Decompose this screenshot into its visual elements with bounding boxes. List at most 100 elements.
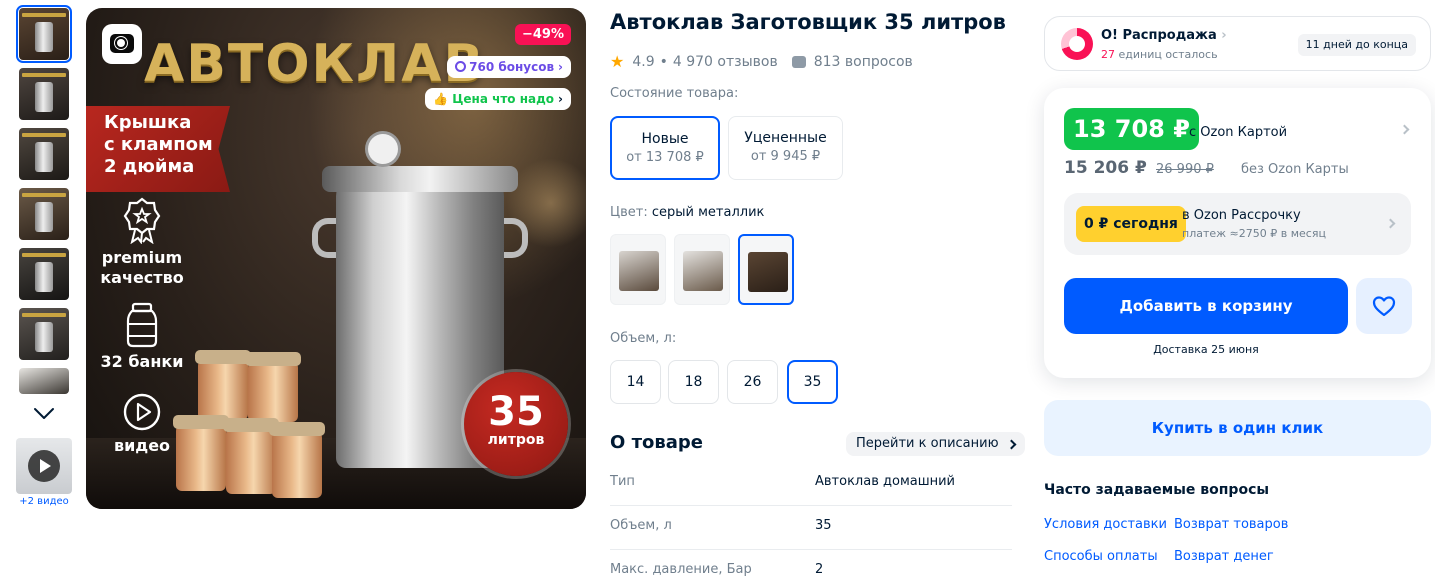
- jar-4: [223, 418, 279, 494]
- sale-units-count: 27: [1101, 48, 1115, 61]
- condition-label: Состояние товара:: [610, 86, 739, 101]
- volume-badge-number: 35: [488, 389, 544, 435]
- buy-one-click-button[interactable]: Купить в один клик: [1044, 400, 1431, 456]
- thumbs-up-icon: 👍: [433, 92, 449, 106]
- volume-option-35[interactable]: 35: [787, 360, 838, 404]
- good-price-label: Цена что надо: [452, 92, 555, 106]
- to-description-button[interactable]: Перейти к описанию: [846, 432, 1025, 456]
- rating-row[interactable]: ★ 4.9 • 4 970 отзывов 813 вопросов: [610, 52, 913, 71]
- color-swatch-2[interactable]: [674, 234, 730, 305]
- reviews-link[interactable]: 4 970 отзывов: [673, 54, 778, 70]
- faq-link-payment[interactable]: Способы оплаты: [1044, 549, 1158, 564]
- thumbnail-4[interactable]: [19, 188, 69, 240]
- autoclave-lid: [322, 166, 518, 192]
- play-icon: [28, 450, 60, 482]
- faq-title: Часто задаваемые вопросы: [1044, 482, 1270, 498]
- thumbnail-2[interactable]: [19, 68, 69, 120]
- add-to-cart-button[interactable]: Добавить в корзину: [1064, 278, 1348, 334]
- sale-title-text: О! Распродажа: [1101, 28, 1217, 43]
- volume-option-18[interactable]: 18: [668, 360, 719, 404]
- condition-new-title: Новые: [641, 131, 689, 147]
- jar-5: [269, 422, 325, 498]
- regular-price: 15 206 ₽: [1064, 158, 1147, 178]
- condition-discounted-price: от 9 945 ₽: [750, 149, 821, 164]
- play-circle-icon: [123, 393, 161, 431]
- sale-title: О! Распродажа ›: [1101, 28, 1227, 43]
- sale-units: 27 единиц осталось: [1101, 48, 1218, 61]
- color-swatch-1[interactable]: [610, 234, 666, 305]
- image-heading: АВТОКЛАВ: [144, 34, 486, 94]
- ozon-card-price: 13 708 ₽: [1064, 108, 1199, 150]
- days-left-badge: 11 дней до конца: [1297, 34, 1416, 56]
- price-card: 13 708 ₽ с Ozon Картой 15 206 ₽ 26 990 ₽…: [1044, 88, 1431, 378]
- video-count-link[interactable]: +2 видео: [16, 496, 72, 507]
- volume-option-14[interactable]: 14: [610, 360, 661, 404]
- main-product-image[interactable]: АВТОКЛАВ −49% 760 бонусов › 👍 Цена что на…: [86, 8, 586, 509]
- jar-icon: [126, 302, 158, 348]
- chevron-down-icon[interactable]: [31, 400, 57, 426]
- volume-label: Объем, л:: [610, 331, 677, 346]
- installment-title: в Ozon Рассрочку: [1182, 208, 1301, 223]
- sale-units-text: единиц осталось: [1118, 48, 1218, 61]
- heart-icon: [1372, 296, 1396, 317]
- chevron-right-icon[interactable]: [1399, 124, 1410, 135]
- sale-logo-icon: [1061, 28, 1093, 60]
- ribbon-line-3: 2 дюйма: [104, 156, 195, 177]
- rating-value: 4.9: [632, 53, 655, 70]
- spec-row: Объем, л 35: [610, 506, 1012, 550]
- faq-link-delivery[interactable]: Условия доставки: [1044, 517, 1167, 532]
- ribbon-line-1: Крышка: [104, 112, 192, 133]
- video-thumbnail[interactable]: [16, 438, 72, 494]
- questions-link[interactable]: 813 вопросов: [814, 54, 913, 70]
- condition-discounted[interactable]: Уцененные от 9 945 ₽: [728, 116, 843, 180]
- condition-discounted-title: Уцененные: [744, 130, 827, 146]
- spec-key: Объем, л: [610, 518, 672, 533]
- color-value: серый металлик: [651, 205, 765, 220]
- clamp-ribbon: Крышка с клампом 2 дюйма: [86, 106, 230, 192]
- spec-value: Автоклав домашний: [815, 474, 956, 489]
- chevron-right-icon: ›: [558, 60, 563, 74]
- spec-key: Макс. давление, Бар: [610, 562, 752, 577]
- thumbnail-5[interactable]: [19, 248, 69, 300]
- spec-value: 2: [815, 562, 824, 577]
- feature-video[interactable]: видео: [100, 392, 184, 456]
- thumbnail-strip: [16, 5, 72, 402]
- condition-new-price: от 13 708 ₽: [626, 150, 704, 165]
- spec-value: 35: [815, 518, 832, 533]
- sale-banner[interactable]: О! Распродажа › 27 единиц осталось 11 дн…: [1044, 16, 1431, 71]
- image-search-button[interactable]: [102, 24, 142, 64]
- condition-new[interactable]: Новые от 13 708 ₽: [610, 116, 720, 180]
- delivery-date: Доставка 25 июня: [1153, 343, 1259, 356]
- faq-link-returns[interactable]: Возврат товаров: [1174, 517, 1288, 532]
- question-bubble-icon: [791, 55, 806, 68]
- ozon-card-label: с Ozon Картой: [1189, 125, 1288, 140]
- thumbnail-3[interactable]: [19, 128, 69, 180]
- old-price: 26 990 ₽: [1156, 162, 1214, 177]
- thumbnail-1[interactable]: [16, 5, 72, 63]
- installment-payment: платеж ≈2750 ₽ в месяц: [1182, 227, 1326, 240]
- jar-3: [173, 415, 229, 491]
- volume-badge-unit: литров: [487, 432, 545, 448]
- feature-premium: premium качество: [100, 196, 184, 288]
- thumbnail-6[interactable]: [19, 308, 69, 360]
- bonus-label: 760 бонусов: [469, 60, 555, 74]
- bonus-badge[interactable]: 760 бонусов ›: [447, 56, 571, 78]
- medal-icon: [123, 197, 161, 244]
- jar-2: [245, 352, 301, 422]
- color-swatch-3[interactable]: [738, 234, 794, 305]
- feature-video-label: видео: [113, 436, 171, 455]
- discount-badge: −49%: [514, 24, 571, 45]
- faq-link-refund[interactable]: Возврат денег: [1174, 549, 1274, 564]
- thumbnail-7[interactable]: [19, 368, 69, 394]
- product-title: Автоклав Заготовщик 35 литров: [610, 10, 1006, 34]
- chevron-right-icon: [1385, 218, 1396, 229]
- good-price-badge[interactable]: 👍 Цена что надо ›: [425, 88, 571, 110]
- volume-option-26[interactable]: 26: [727, 360, 778, 404]
- favorite-button[interactable]: [1356, 278, 1412, 334]
- installment-block[interactable]: 0 ₽ сегодня в Ozon Рассрочку платеж ≈275…: [1064, 193, 1411, 255]
- dot-separator: •: [659, 53, 668, 70]
- feature-premium-label: premium качество: [100, 248, 184, 287]
- camera-search-icon: [110, 34, 134, 53]
- bonus-icon: [455, 61, 467, 72]
- volume-badge: 35 литров: [464, 372, 568, 476]
